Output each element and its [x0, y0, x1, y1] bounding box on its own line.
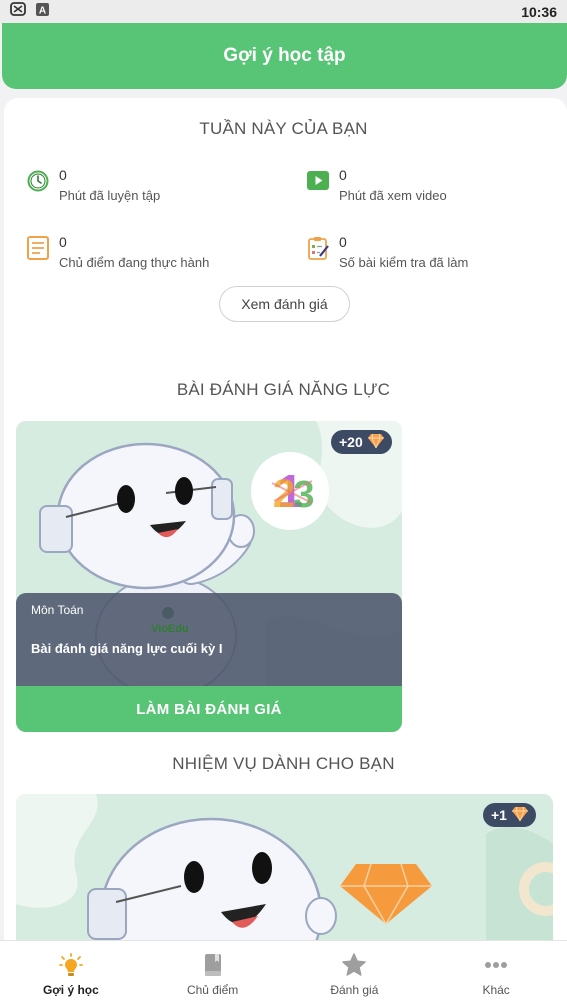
vioedu-logo: VioEdu — [151, 623, 189, 635]
mission-robot-illustration — [16, 794, 553, 944]
svg-text:A: A — [39, 5, 46, 16]
mission-reward-badge: +1 — [483, 803, 536, 827]
missions-section-title: NHIỆM VỤ DÀNH CHO BẠN — [172, 754, 395, 773]
tab-suggestions[interactable]: Gợi ý học — [0, 941, 142, 1004]
reward-badge: +20 — [331, 430, 392, 454]
tab-label: Gợi ý học — [42, 983, 99, 997]
tab-label: Đánh giá — [330, 983, 379, 997]
vpn-icon — [10, 2, 26, 21]
diamond-icon — [367, 433, 385, 452]
week-section-title: TUẦN NÀY CỦA BẠN — [199, 119, 368, 138]
stat-label: Phút đã luyện tập — [59, 188, 161, 203]
a-notification-icon: A — [36, 2, 49, 21]
stat-label: Phút đã xem video — [339, 188, 447, 203]
star-icon — [341, 952, 367, 978]
bottom-tab-bar: Gợi ý học Chủ điểm Đánh giá Khác — [0, 940, 567, 1004]
status-time: 10:36 — [521, 3, 557, 20]
tab-review[interactable]: Đánh giá — [284, 941, 426, 1004]
stat-value: 0 — [339, 167, 347, 183]
assessment-section-title: BÀI ĐÁNH GIÁ NĂNG LỰC — [176, 380, 391, 399]
assessment-title: Bài đánh giá năng lực cuối kỳ I — [31, 641, 223, 656]
stat-tests-done: 0 Số bài kiểm tra đã làm — [306, 233, 468, 272]
lightbulb-icon — [58, 952, 84, 978]
stat-value: 0 — [59, 234, 67, 250]
stat-topics-practicing: 0 Chủ điểm đang thực hành — [26, 233, 209, 272]
stat-video-minutes: 0 Phút đã xem video — [306, 166, 447, 205]
document-icon — [26, 236, 50, 260]
tab-more[interactable]: Khác — [425, 941, 567, 1004]
book-icon — [200, 952, 226, 978]
mission-reward-value: +1 — [491, 807, 507, 823]
more-dots-icon — [483, 952, 509, 978]
stat-label: Chủ điểm đang thực hành — [59, 255, 210, 270]
stat-label: Số bài kiểm tra đã làm — [339, 255, 469, 270]
view-review-button[interactable]: Xem đánh giá — [219, 286, 350, 322]
tab-label: Chủ điểm — [186, 983, 239, 997]
stat-value: 0 — [339, 234, 347, 250]
assessment-subject: Môn Toán — [31, 603, 84, 617]
checklist-icon — [306, 236, 330, 260]
tab-topics[interactable]: Chủ điểm — [142, 941, 284, 1004]
stat-practice-minutes: 0 Phút đã luyện tập — [26, 166, 160, 205]
take-assessment-button[interactable]: LÀM BÀI ĐÁNH GIÁ — [16, 686, 402, 732]
play-video-icon — [306, 169, 330, 193]
tab-label: Khác — [482, 983, 510, 997]
status-bar: A 10:36 — [0, 0, 567, 23]
diamond-icon — [511, 806, 529, 825]
assessment-info-overlay: Môn Toán VioEdu Bài đánh giá năng lực cu… — [16, 593, 402, 686]
mission-card[interactable]: +1 — [16, 794, 553, 944]
clock-icon — [26, 169, 50, 193]
page-title: Gợi ý học tập — [223, 45, 346, 66]
page-header: Gợi ý học tập — [2, 23, 567, 89]
stat-value: 0 — [59, 167, 67, 183]
assessment-card[interactable]: 1 2 3 +20 Môn Toán VioEdu Bài đánh giá n… — [16, 421, 402, 732]
reward-value: +20 — [339, 434, 363, 450]
